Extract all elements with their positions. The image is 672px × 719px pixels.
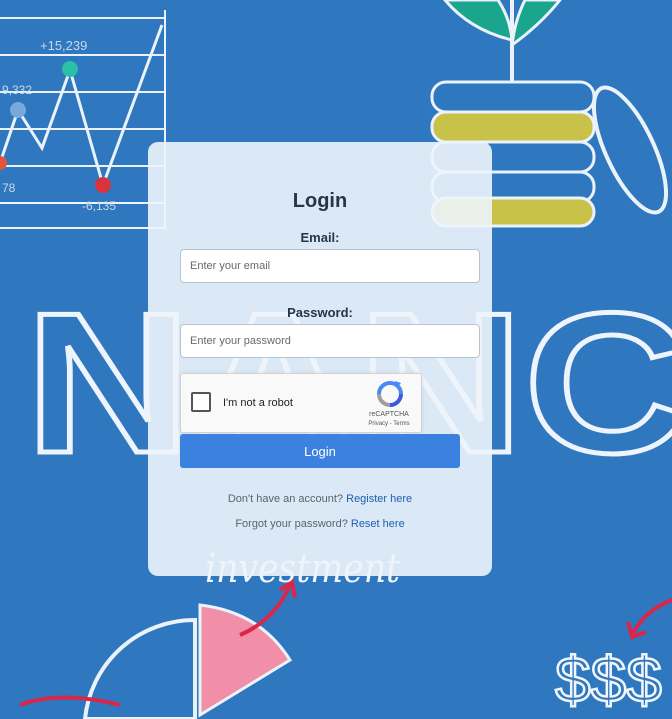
chart-point xyxy=(95,177,111,193)
login-title: Login xyxy=(292,190,348,212)
reset-line: Forgot your password? Reset here xyxy=(148,518,492,530)
recaptcha-widget: I'm not a robot reCAPTCHA Privacy - Term… xyxy=(180,373,422,433)
chart-point xyxy=(0,156,7,170)
login-button[interactable]: Login xyxy=(180,434,460,468)
chart-label: 9,332 xyxy=(2,83,32,97)
recaptcha-brand: reCAPTCHA xyxy=(369,411,409,418)
email-label: Email: xyxy=(300,230,340,245)
register-prompt: Don't have an account? xyxy=(227,493,344,505)
chart-point xyxy=(10,102,26,118)
recaptcha-checkbox[interactable] xyxy=(191,392,211,412)
forgot-prompt: Forgot your password? xyxy=(235,518,348,530)
chart-label: +15,239 xyxy=(40,38,87,53)
login-card: Login Email: Password: I'm not a robot r… xyxy=(148,142,492,576)
password-input[interactable] xyxy=(180,324,480,358)
register-link[interactable]: Register here xyxy=(346,493,412,505)
recaptcha-label: I'm not a robot xyxy=(223,397,293,409)
chart-label: -6,135 xyxy=(82,199,116,213)
recaptcha-links[interactable]: Privacy - Terms xyxy=(349,421,429,427)
dollar-signs: $$$ xyxy=(555,644,662,716)
email-input[interactable] xyxy=(180,249,480,283)
register-line: Don't have an account? Register here xyxy=(148,493,492,505)
password-label: Password: xyxy=(287,305,353,320)
reset-link[interactable]: Reset here xyxy=(351,518,405,530)
pie-illustration xyxy=(19,578,297,719)
chart-label: 78 xyxy=(2,181,16,195)
recaptcha-logo-icon xyxy=(377,381,403,407)
chart-point xyxy=(62,61,78,77)
arrow-icon xyxy=(626,598,672,640)
